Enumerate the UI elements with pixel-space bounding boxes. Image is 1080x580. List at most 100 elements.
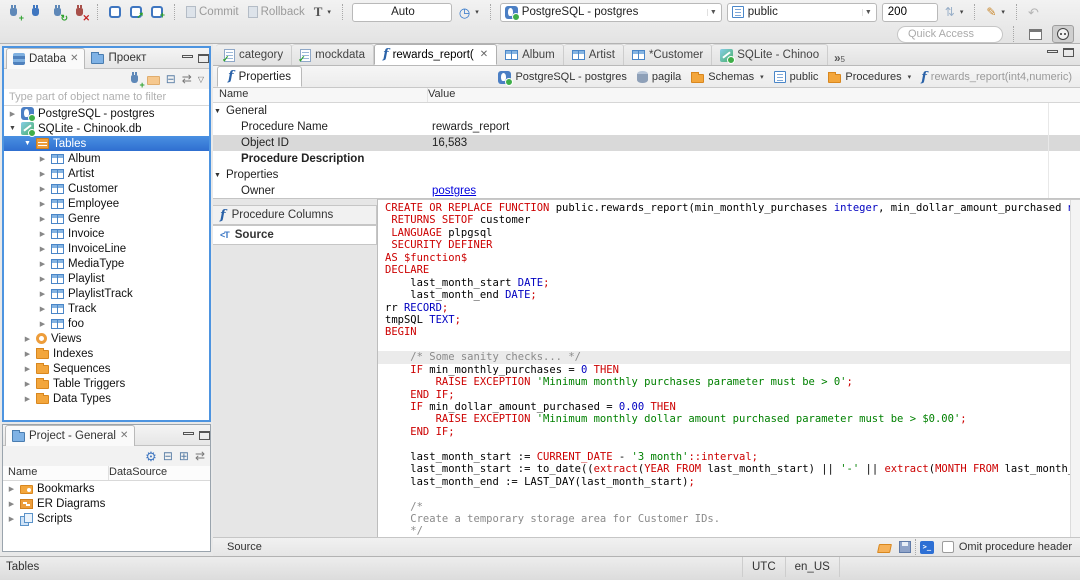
tree-item-invoiceline[interactable]: ▶ InvoiceLine [4,241,209,256]
editor-tab-rewards-report[interactable]: f rewards_report(✕ [373,44,498,65]
expand-icon[interactable]: ▶ [23,350,32,358]
new-sql-editor-button[interactable]: + [149,5,165,20]
close-icon[interactable]: ✕ [120,430,128,441]
object-filter-input[interactable] [4,89,209,106]
owner-link[interactable]: postgres [432,185,476,197]
property-row-general[interactable]: ▼ General [213,103,1080,119]
sync-button[interactable]: ⇅ ▾ [943,5,966,19]
close-icon[interactable]: ✕ [480,49,488,60]
property-row-procedure-name[interactable]: Procedure Name rewards_report [213,119,1080,135]
property-row-object-id[interactable]: Object ID 16,583 [213,135,1080,151]
expand-icon[interactable]: ▶ [38,170,47,178]
subtab-source[interactable]: <T Source [213,225,377,245]
collapse-icon[interactable]: ▼ [23,140,32,147]
expand-icon[interactable]: ▶ [38,290,47,298]
timezone-indicator[interactable]: UTC [742,557,786,577]
new-connection-icon[interactable]: + [128,72,145,90]
expand-icon[interactable]: ▶ [38,185,47,193]
breadcrumb-item-public[interactable]: public [773,71,818,83]
reconnect-button[interactable]: ↻ [49,4,68,23]
link-with-editor-icon[interactable]: ⇄ [182,73,192,85]
expand-icon[interactable]: ▶ [7,500,16,508]
tree-item-sequences[interactable]: ▶ Sequences [4,361,209,376]
minimize-icon[interactable] [182,55,193,58]
editor-tab-mockdata[interactable]: mockdata [292,44,374,65]
expand-icon[interactable]: ▶ [38,320,47,328]
expand-icon[interactable]: ▶ [7,515,16,523]
tree-item-customer[interactable]: ▶ Customer [4,181,209,196]
expand-icon[interactable]: ▶ [23,365,32,373]
tree-item-genre[interactable]: ▶ Genre [4,211,209,226]
locale-indicator[interactable]: en_US [786,557,840,577]
open-perspective-button[interactable] [1024,25,1046,43]
rollback-button[interactable]: Rollback [246,5,307,19]
tree-item-track[interactable]: ▶ Track [4,301,209,316]
expand-icon[interactable]: ▶ [38,230,47,238]
format-button[interactable]: ✎ ▾ [984,5,1007,19]
gear-icon[interactable]: ⚙ [145,450,157,463]
maximize-icon[interactable] [1063,48,1074,57]
expand-icon[interactable]: ▶ [23,380,32,388]
save-icon[interactable] [898,541,911,553]
tree-item-foo[interactable]: ▶ foo [4,316,209,331]
fetch-size-input[interactable] [881,2,938,22]
new-folder-icon[interactable] [146,75,160,85]
collapse-icon[interactable]: ▼ [214,172,223,179]
collapse-all-icon[interactable]: ⊟ [166,73,176,85]
tree-item-playlisttrack[interactable]: ▶ PlaylistTrack [4,286,209,301]
expand-icon[interactable]: ▶ [38,275,47,283]
new-connection-button[interactable]: + [5,4,24,23]
project-item-scripts[interactable]: ▶ Scripts [3,511,210,526]
tree-item-artist[interactable]: ▶ Artist [4,166,209,181]
tree-item-invoice[interactable]: ▶ Invoice [4,226,209,241]
expand-icon[interactable]: ▶ [8,110,17,118]
tab-project-general[interactable]: Project - General ✕ [5,424,136,446]
open-sql-script-button[interactable]: ➚ [128,5,144,20]
combo-arrow-icon[interactable]: ▼ [861,8,874,16]
source-editor[interactable]: CREATE OR REPLACE FUNCTION public.reward… [378,199,1080,537]
breadcrumb-item-procedures[interactable]: Procedures ▾ [828,71,911,83]
tab-projects[interactable]: Проект [85,48,152,69]
tree-item-table-triggers[interactable]: ▶ Table Triggers [4,376,209,391]
combo-arrow-icon[interactable]: ▼ [706,8,719,16]
tab-properties[interactable]: f Properties [217,66,303,87]
quick-access-input[interactable] [897,25,1003,43]
expand-icon[interactable]: ▶ [23,335,32,343]
tree-item-mediatype[interactable]: ▶ MediaType [4,256,209,271]
source-code[interactable]: CREATE OR REPLACE FUNCTION public.reward… [378,202,1080,537]
transaction-log-button[interactable]: T ▾ [312,3,333,21]
chevron-down-icon[interactable]: ▾ [760,73,764,81]
property-row-properties[interactable]: ▼ Properties [213,167,1080,183]
tree-item-views[interactable]: ▶ Views [4,331,209,346]
transaction-history-button[interactable]: ◷ ▾ [457,5,481,20]
dbeaver-perspective-button[interactable] [1052,25,1074,43]
commit-mode-combo[interactable]: Auto [351,2,452,22]
expand-icon[interactable]: ▶ [38,305,47,313]
undo-button[interactable]: ↶ [1026,5,1041,20]
close-icon[interactable]: ✕ [70,53,78,64]
breadcrumb-item-postgresql-postgres[interactable]: PostgreSQL - postgres [498,70,627,86]
expand-icon[interactable]: ▶ [23,395,32,403]
expand-icon[interactable]: ▶ [38,215,47,223]
expand-all-icon[interactable]: ⊞ [179,450,189,462]
sql-editor-button[interactable] [107,5,123,19]
editor-tab-sqlite-chinoo[interactable]: SQLite - Chinoo [712,44,829,65]
open-file-icon[interactable] [876,544,892,553]
omit-procedure-header-checkbox[interactable] [941,541,954,553]
expand-icon[interactable]: ▶ [38,245,47,253]
view-menu-icon[interactable]: ▽ [198,75,204,84]
expand-icon[interactable]: ▶ [38,200,47,208]
tree-item-album[interactable]: ▶ Album [4,151,209,166]
maximize-icon[interactable] [199,430,210,440]
tree-item-data-types[interactable]: ▶ Data Types [4,391,209,406]
editor-tab-category[interactable]: category [216,44,293,65]
tab-database-navigator[interactable]: Databa ✕ [6,47,86,69]
tree-item-employee[interactable]: ▶ Employee [4,196,209,211]
breadcrumb-item-pagila[interactable]: pagila [636,71,681,83]
expand-icon[interactable]: ▶ [7,485,16,493]
vertical-scrollbar[interactable] [1070,200,1080,537]
collapse-icon[interactable]: ▼ [8,125,17,132]
column-name[interactable]: Name [3,466,109,480]
console-icon[interactable]: >_ [919,540,934,554]
minimize-icon[interactable] [1047,49,1058,53]
